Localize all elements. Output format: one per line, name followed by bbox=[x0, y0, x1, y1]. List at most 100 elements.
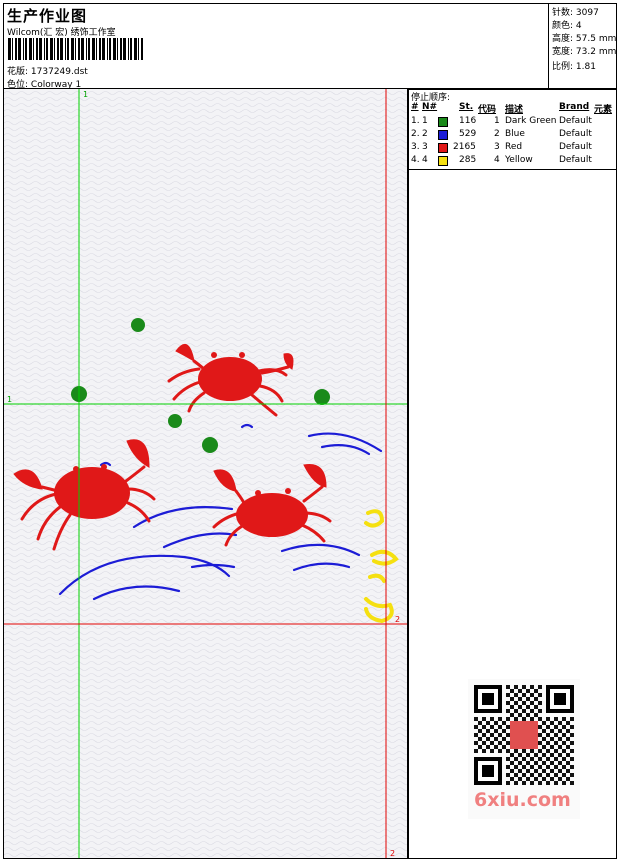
stat-stitches: 针数: 3097 bbox=[552, 8, 599, 18]
qr-module bbox=[522, 717, 526, 721]
qr-module bbox=[514, 765, 518, 769]
green-dot bbox=[202, 437, 218, 453]
barcode-bar bbox=[15, 38, 17, 60]
qr-module bbox=[554, 749, 558, 753]
qr-module bbox=[546, 733, 550, 737]
qr-module bbox=[554, 741, 558, 745]
barcode-bar bbox=[99, 38, 101, 60]
qr-module bbox=[482, 741, 486, 745]
qr-module bbox=[518, 689, 522, 693]
qr-module bbox=[538, 757, 542, 761]
qr-module bbox=[510, 689, 514, 693]
qr-module bbox=[530, 781, 534, 785]
green-dot bbox=[131, 318, 145, 332]
barcode-bar bbox=[120, 38, 122, 60]
qr-module bbox=[542, 721, 546, 725]
barcode-bar bbox=[92, 38, 95, 60]
barcode-bar bbox=[123, 38, 126, 60]
color-row[interactable]: 4. 4 285 4 Yellow Default bbox=[408, 155, 616, 168]
qr-module bbox=[498, 749, 502, 753]
design-canvas[interactable]: 1 1 2 2 bbox=[3, 88, 409, 859]
fabric-texture bbox=[4, 89, 408, 858]
barcode-bar bbox=[138, 38, 139, 60]
qr-module bbox=[538, 685, 542, 689]
col-desc: 描述 bbox=[505, 105, 524, 115]
qr-module bbox=[518, 753, 522, 757]
qr-module bbox=[566, 761, 570, 765]
qr-module bbox=[534, 777, 538, 781]
qr-module bbox=[562, 781, 566, 785]
qr-module bbox=[506, 773, 510, 777]
qr-module bbox=[562, 725, 566, 729]
qr-module bbox=[558, 721, 562, 725]
barcode-bar bbox=[60, 38, 63, 60]
qr-module bbox=[522, 773, 526, 777]
qr-module bbox=[542, 761, 546, 765]
barcode-bar bbox=[65, 38, 66, 60]
qr-module bbox=[550, 769, 554, 773]
color-row[interactable]: 3. 3 2165 3 Red Default bbox=[408, 142, 616, 155]
qr-module bbox=[530, 685, 534, 689]
qr-module bbox=[538, 741, 542, 745]
qr-module bbox=[526, 689, 530, 693]
barcode-bar bbox=[8, 38, 11, 60]
company-name: Wilcom(汇 宏) 绣饰工作室 bbox=[7, 28, 116, 38]
qr-module bbox=[546, 781, 550, 785]
qr-module bbox=[494, 745, 498, 749]
qr-module bbox=[510, 705, 514, 709]
qr-module bbox=[562, 749, 566, 753]
barcode-bar bbox=[102, 38, 105, 60]
qr-module bbox=[502, 729, 506, 733]
barcode-bar bbox=[50, 38, 53, 60]
qr-module bbox=[538, 693, 542, 697]
barcode-image bbox=[8, 38, 143, 60]
col-no: N# bbox=[422, 102, 438, 112]
qr-module bbox=[494, 729, 498, 733]
qr-module bbox=[550, 721, 554, 725]
green-dot bbox=[168, 414, 182, 428]
qr-module bbox=[474, 741, 478, 745]
qr-module bbox=[550, 737, 554, 741]
qr-module bbox=[486, 721, 490, 725]
qr-module bbox=[546, 741, 550, 745]
qr-module bbox=[530, 773, 534, 777]
qr-module bbox=[478, 737, 482, 741]
barcode-bar bbox=[67, 38, 69, 60]
qr-module bbox=[526, 761, 530, 765]
col-stitches: St. bbox=[459, 102, 474, 112]
col-code: 代码 bbox=[478, 105, 497, 115]
barcode-bar bbox=[46, 38, 48, 60]
col-brand: Brand bbox=[559, 102, 590, 112]
barcode-bar bbox=[141, 38, 143, 60]
qr-module bbox=[514, 693, 518, 697]
qr-module bbox=[514, 709, 518, 713]
qr-module bbox=[554, 773, 558, 777]
col-elem: 元素 bbox=[594, 105, 613, 115]
qr-module bbox=[566, 769, 570, 773]
page-title: 生产作业图 bbox=[7, 7, 88, 25]
qr-module bbox=[554, 765, 558, 769]
qr-module bbox=[514, 781, 518, 785]
design-label: 花版: bbox=[7, 67, 29, 77]
qr-code-icon bbox=[474, 685, 574, 785]
qr-module bbox=[478, 745, 482, 749]
qr-module bbox=[490, 725, 494, 729]
barcode-bar bbox=[107, 38, 108, 60]
qr-module bbox=[518, 769, 522, 773]
qr-module bbox=[498, 717, 502, 721]
qr-module bbox=[550, 761, 554, 765]
qr-module bbox=[554, 733, 558, 737]
qr-module bbox=[562, 773, 566, 777]
qr-module bbox=[522, 701, 526, 705]
qr-module bbox=[554, 725, 558, 729]
qr-module bbox=[538, 717, 542, 721]
qr-module bbox=[526, 713, 530, 717]
qr-module bbox=[538, 709, 542, 713]
qr-module bbox=[522, 749, 526, 753]
qr-module bbox=[534, 689, 538, 693]
qr-module bbox=[506, 725, 510, 729]
color-row[interactable]: 1. 1 116 1 Dark Green Default bbox=[408, 116, 616, 129]
qr-module bbox=[534, 769, 538, 773]
color-row[interactable]: 2. 2 529 2 Blue Default bbox=[408, 129, 616, 142]
barcode-bar bbox=[81, 38, 84, 60]
